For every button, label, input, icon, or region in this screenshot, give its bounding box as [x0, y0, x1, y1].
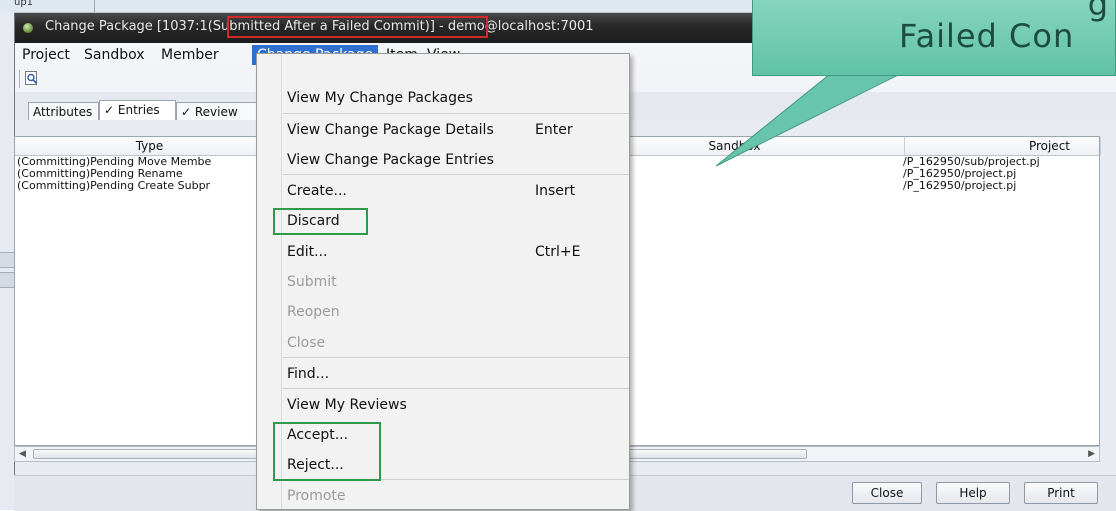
callout-text-line2: Failed Con — [899, 17, 1075, 55]
menu-edit[interactable]: Edit... — [287, 242, 327, 262]
menu-separator — [283, 357, 629, 358]
print-button[interactable]: Print — [1024, 482, 1098, 504]
column-header-type[interactable]: Type — [15, 137, 285, 155]
scroll-right-icon[interactable]: ▶ — [1088, 449, 1095, 459]
callout-text-line1: g — [1087, 0, 1109, 23]
title-prefix: Change Package [1037:1 — [45, 19, 208, 34]
toolbar-separator — [19, 70, 20, 88]
scroll-left-icon[interactable]: ◀ — [19, 449, 26, 459]
menu-separator — [283, 174, 629, 175]
menu-view-change-package-entries[interactable]: View Change Package Entries — [287, 150, 494, 170]
table-row-project[interactable]: /P_162950/project.pj — [903, 180, 1016, 192]
annotation-callout: g Failed Con — [752, 0, 1116, 76]
menu-submit: Submit — [287, 274, 337, 290]
shortcut-enter: Enter — [535, 122, 573, 138]
menu-member[interactable]: Member — [156, 45, 224, 65]
menu-promote: Promote — [287, 488, 346, 504]
shortcut-ctrl-e: Ctrl+E — [535, 244, 581, 260]
tab-reviewers-label: Review — [194, 105, 238, 119]
menu-view-my-reviews[interactable]: View My Reviews — [287, 395, 407, 415]
accept-reject-highlight-box — [273, 422, 381, 481]
background-window-label: up1 — [14, 0, 34, 8]
menu-separator — [283, 113, 629, 114]
tab-attributes[interactable]: Attributes — [28, 102, 99, 120]
check-icon: ✓ — [104, 103, 118, 117]
background-divider — [94, 0, 95, 12]
menu-sandbox[interactable]: Sandbox — [79, 45, 150, 65]
tab-entries-label: Entries — [117, 103, 160, 117]
close-button[interactable]: Close — [852, 482, 922, 504]
check-icon: ✓ — [181, 105, 195, 119]
change-package-menu: View My Change Packages View Change Pack… — [256, 53, 630, 510]
tab-reviewers[interactable]: ✓ Review — [176, 102, 258, 120]
find-icon[interactable] — [25, 71, 39, 86]
menu-view-my-change-packages[interactable]: View My Change Packages — [287, 88, 473, 108]
menu-project[interactable]: Project — [17, 45, 75, 65]
table-row-type[interactable]: (Committing)Pending Create Subpr — [17, 180, 210, 192]
menu-create[interactable]: Create... — [287, 181, 347, 201]
title-status-highlight-box — [227, 16, 488, 38]
menu-find[interactable]: Find... — [287, 364, 329, 384]
menu-view-change-package-details[interactable]: View Change Package Details — [287, 120, 494, 140]
help-button[interactable]: Help — [936, 482, 1010, 504]
shortcut-insert: Insert — [535, 183, 576, 199]
menu-reopen: Reopen — [287, 304, 340, 320]
tab-entries[interactable]: ✓ Entries — [99, 100, 176, 120]
menu-separator — [283, 388, 629, 389]
column-header-project[interactable]: Project — [905, 137, 1101, 155]
discard-highlight-box — [273, 208, 368, 235]
app-icon — [23, 23, 33, 33]
column-header-sandbox-label: Sandbox — [708, 139, 761, 153]
menu-close: Close — [287, 335, 326, 351]
